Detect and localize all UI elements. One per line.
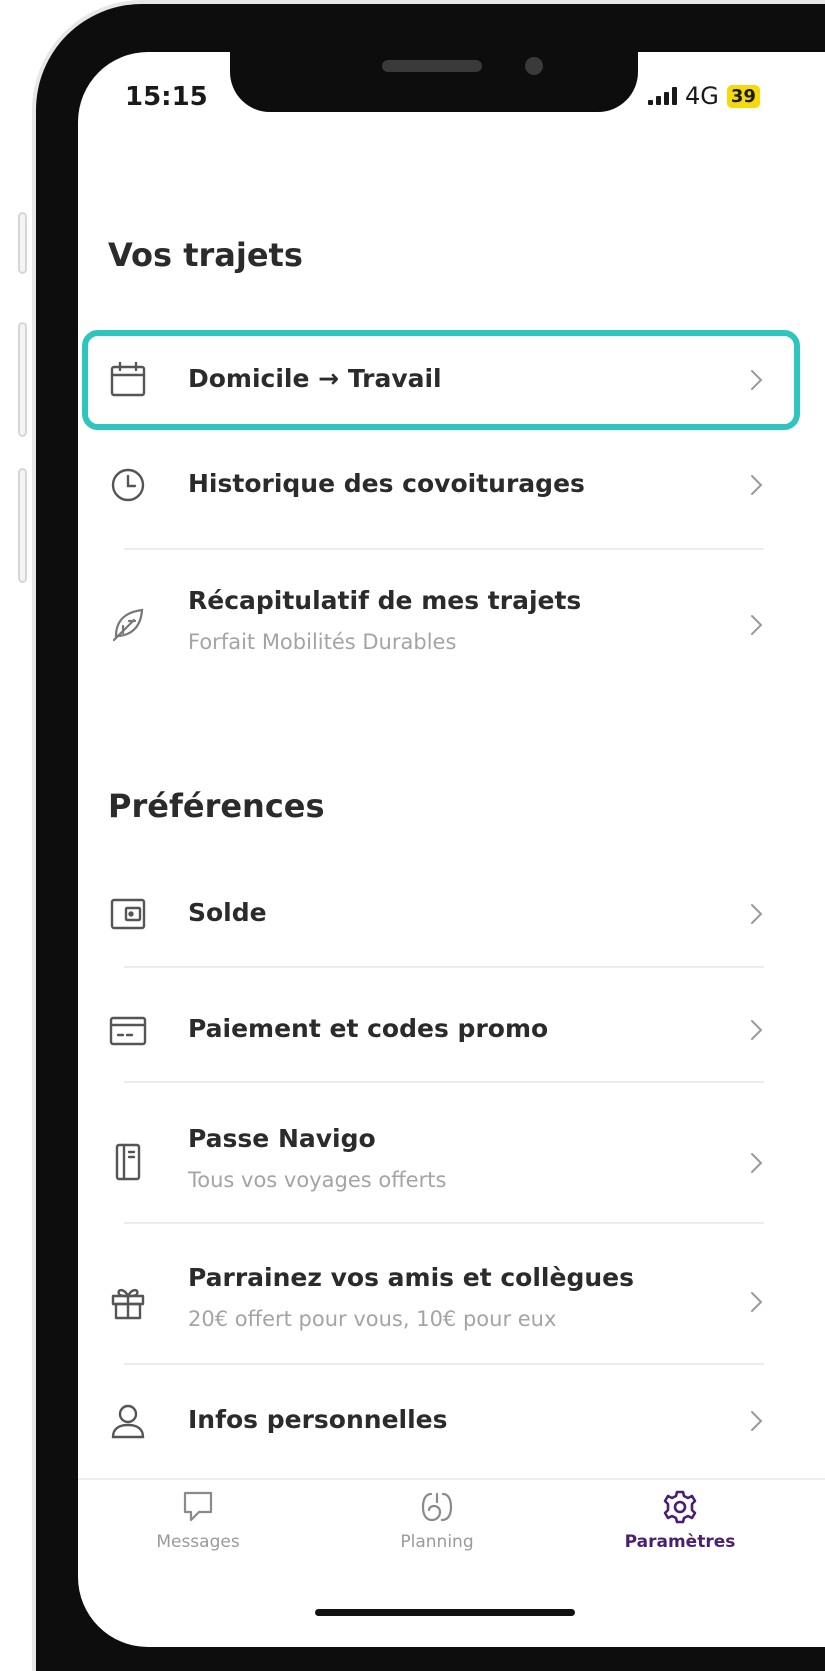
list-item-infos-personnelles[interactable]: Infos personnelles (108, 1393, 768, 1463)
divider (124, 548, 764, 550)
divider (124, 1363, 764, 1365)
tab-bar-divider (78, 1478, 825, 1480)
list-item-subtitle: Tous vos voyages offerts (188, 1168, 447, 1192)
credit-card-icon (109, 1016, 147, 1046)
list-item-title: Solde (188, 898, 267, 927)
tab-planning[interactable]: Planning (362, 1488, 512, 1552)
phone-notch (230, 40, 638, 112)
tab-label: Planning (400, 1532, 474, 1552)
list-item-solde[interactable]: Solde (108, 884, 768, 960)
list-item-title: Passe Navigo (188, 1124, 376, 1153)
list-item-subtitle: Forfait Mobilités Durables (188, 630, 457, 654)
status-indicators: 4G 39 (648, 82, 760, 110)
list-item-title: Récapitulatif de mes trajets (188, 586, 582, 615)
calendar-icon (110, 361, 146, 397)
list-item-title: Paiement et codes promo (188, 1014, 549, 1043)
wallet-icon (110, 898, 146, 930)
chevron-right-icon (751, 1020, 763, 1040)
gift-icon (111, 1288, 145, 1320)
signal-icon (648, 87, 677, 105)
list-item-title: Parrainez vos amis et collègues (188, 1263, 634, 1292)
chevron-right-icon (751, 1411, 763, 1431)
phone-silent-switch (18, 212, 27, 274)
list-item-domicile-travail[interactable]: Domicile → Travail (108, 342, 768, 418)
network-label: 4G (685, 82, 719, 110)
list-item-recapitulatif[interactable]: Récapitulatif de mes trajets Forfait Mob… (108, 580, 768, 670)
section-title-preferences: Préférences (108, 787, 325, 825)
list-item-parrainage[interactable]: Parrainez vos amis et collègues 20€ offe… (108, 1257, 768, 1347)
list-item-paiement[interactable]: Paiement et codes promo (108, 1000, 768, 1076)
chat-icon (183, 1491, 213, 1522)
phone-volume-down-button (18, 468, 27, 583)
status-time: 15:15 (125, 82, 208, 112)
list-item-passe-navigo[interactable]: Passe Navigo Tous vos voyages offerts (108, 1118, 768, 1208)
navigo-pass-icon (115, 1143, 141, 1181)
chevron-right-icon (751, 1153, 763, 1173)
chevron-right-icon (751, 370, 763, 390)
home-indicator[interactable] (315, 1609, 575, 1616)
chevron-right-icon (751, 904, 763, 924)
front-camera (525, 57, 543, 75)
list-item-subtitle: 20€ offert pour vous, 10€ pour eux (188, 1307, 557, 1331)
speaker-grill (382, 60, 482, 72)
list-item-title: Infos personnelles (188, 1405, 448, 1434)
leaf-icon (112, 608, 144, 642)
planning-icon (421, 1492, 453, 1522)
tab-label: Messages (156, 1532, 240, 1552)
chevron-right-icon (751, 615, 763, 635)
tab-label: Paramètres (624, 1532, 736, 1552)
gear-icon (663, 1490, 697, 1524)
battery-badge: 39 (726, 84, 760, 108)
list-item-historique[interactable]: Historique des covoiturages (108, 455, 768, 531)
divider (124, 1222, 764, 1224)
section-title-vos-trajets: Vos trajets (108, 236, 303, 274)
list-item-title: Historique des covoiturages (188, 469, 585, 498)
chevron-right-icon (751, 475, 763, 495)
tab-messages[interactable]: Messages (123, 1488, 273, 1552)
divider (124, 1081, 764, 1083)
phone-volume-up-button (18, 322, 27, 437)
tab-parametres[interactable]: Paramètres (605, 1488, 755, 1552)
divider (124, 966, 764, 968)
clock-icon (111, 468, 145, 502)
list-item-title: Domicile → Travail (188, 364, 442, 393)
chevron-right-icon (751, 1292, 763, 1312)
user-icon (111, 1404, 145, 1439)
